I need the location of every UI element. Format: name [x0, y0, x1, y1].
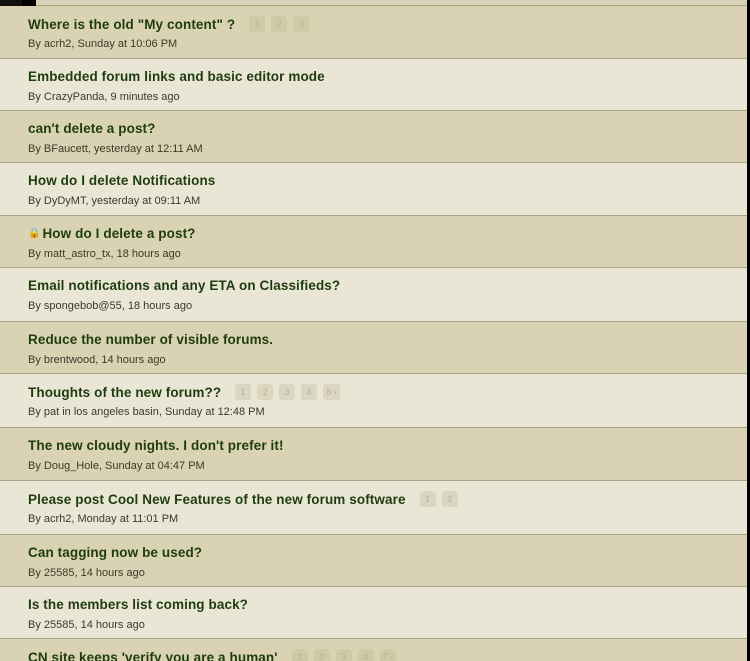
thread-title-link[interactable]: How do I delete Notifications [28, 173, 215, 188]
page-link[interactable]: 4 [301, 384, 318, 400]
page-link[interactable]: 2 [257, 384, 274, 400]
thread-title-line: CN site keeps 'verify you are a human' 1 2… [28, 649, 397, 661]
page-link[interactable]: 1 [235, 384, 252, 400]
page-link[interactable]: 1 [291, 649, 308, 661]
lock-icon: 🔒 [28, 228, 41, 239]
page-link[interactable]: 1 [419, 491, 436, 507]
thread-row[interactable]: Email notifications and any ETA on Class… [0, 268, 747, 322]
page-link[interactable]: 1 [249, 16, 266, 32]
thread-pagination: 1234 8 › [235, 384, 340, 400]
page-link[interactable]: 7 › [379, 649, 397, 661]
thread-title-line: can't delete a post? [28, 121, 156, 136]
thread-title-link[interactable]: CN site keeps 'verify you are a human' [28, 650, 278, 661]
thread-meta: By spongebob@55, 18 hours ago [28, 300, 193, 312]
thread-title-line: Can tagging now be used? [28, 545, 202, 560]
thread-title-link[interactable]: The new cloudy nights. I don't prefer it… [28, 438, 284, 453]
thread-meta: By Doug_Hole, Sunday at 04:47 PM [28, 460, 205, 472]
thread-title-link[interactable]: can't delete a post? [28, 121, 156, 136]
thread-title-line: Please post Cool New Features of the new… [28, 491, 458, 507]
thread-title-line: Reduce the number of visible forums. [28, 332, 273, 347]
thread-title-link[interactable]: Can tagging now be used? [28, 545, 202, 560]
thread-row[interactable]: 🔒 How do I delete a post? By matt_astro_tx… [0, 216, 747, 268]
thread-pagination: 12 [419, 491, 458, 507]
thread-row[interactable]: Reduce the number of visible forums. By b… [0, 322, 747, 374]
thread-title-line: Embedded forum links and basic editor mo… [28, 69, 325, 84]
thread-list: Where is the old "My content" ? 1 2 3 By acr… [0, 6, 747, 661]
thread-meta: By 25585, 14 hours ago [28, 619, 145, 631]
page-link[interactable]: 8 › [323, 384, 340, 400]
thread-meta: By acrh2, Monday at 11:01 PM [28, 513, 179, 525]
page-link[interactable]: 3 [279, 384, 296, 400]
thread-title-line: How do I delete Notifications [28, 173, 215, 188]
thread-title-line: Email notifications and any ETA on Class… [28, 278, 340, 293]
thread-row[interactable]: Is the members list coming back? By 25585… [0, 587, 747, 639]
thread-row[interactable]: Please post Cool New Features of the new… [0, 481, 747, 535]
thread-title-link[interactable]: Is the members list coming back? [28, 597, 248, 612]
thread-row[interactable]: Can tagging now be used? By 25585, 14 hou… [0, 535, 747, 587]
thread-title-link[interactable]: Please post Cool New Features of the new… [28, 492, 406, 507]
thread-meta: By BFaucett, yesterday at 12:11 AM [28, 143, 203, 155]
thread-title-link[interactable]: Reduce the number of visible forums. [28, 332, 273, 347]
thread-title-link[interactable]: Where is the old "My content" ? [28, 17, 235, 32]
thread-row[interactable]: How do I delete Notifications By DyDyMT, … [0, 163, 747, 216]
thread-row[interactable]: Thoughts of the new forum?? 1 2 3 4 8 › By pat… [0, 374, 747, 428]
thread-row[interactable]: Where is the old "My content" ? 1 2 3 By acr… [0, 6, 747, 59]
thread-row[interactable]: Embedded forum links and basic editor mo… [0, 59, 747, 111]
thread-pagination: 1234 7 › [291, 649, 397, 661]
thread-title-link[interactable]: Embedded forum links and basic editor mo… [28, 69, 325, 84]
thread-title-link[interactable]: How do I delete a post? [42, 226, 195, 241]
thread-title-link[interactable]: Thoughts of the new forum?? [28, 385, 221, 400]
page-link[interactable]: 2 [441, 491, 458, 507]
page-link[interactable]: 2 [271, 16, 288, 32]
thread-title-line: The new cloudy nights. I don't prefer it… [28, 438, 284, 453]
thread-meta: By CrazyPanda, 9 minutes ago [28, 91, 180, 103]
page-link[interactable]: 3 [293, 16, 310, 32]
thread-title-line: Thoughts of the new forum?? 1 2 3 4 8 › [28, 384, 340, 400]
page-link[interactable]: 4 [357, 649, 374, 661]
thread-title-line: Is the members list coming back? [28, 597, 248, 612]
page-link[interactable]: 3 [335, 649, 352, 661]
thread-pagination: 123 [249, 16, 310, 32]
thread-meta: By pat in los angeles basin, Sunday at 1… [28, 406, 265, 418]
thread-title-line: 🔒 How do I delete a post? [28, 226, 196, 241]
thread-row[interactable]: The new cloudy nights. I don't prefer it… [0, 428, 747, 481]
thread-meta: By DyDyMT, yesterday at 09:11 AM [28, 195, 201, 207]
thread-meta: By 25585, 14 hours ago [28, 567, 145, 579]
thread-title-line: Where is the old "My content" ? 1 2 3 [28, 16, 310, 32]
page-link[interactable]: 2 [313, 649, 330, 661]
thread-meta: By acrh2, Sunday at 10:06 PM [28, 38, 178, 50]
thread-row[interactable]: CN site keeps 'verify you are a human' 1 2… [0, 639, 747, 661]
thread-meta: By brentwood, 14 hours ago [28, 354, 166, 366]
thread-meta: By matt_astro_tx, 18 hours ago [28, 248, 181, 260]
thread-title-link[interactable]: Email notifications and any ETA on Class… [28, 278, 340, 293]
thread-row[interactable]: can't delete a post? By BFaucett, yesterd… [0, 111, 747, 163]
